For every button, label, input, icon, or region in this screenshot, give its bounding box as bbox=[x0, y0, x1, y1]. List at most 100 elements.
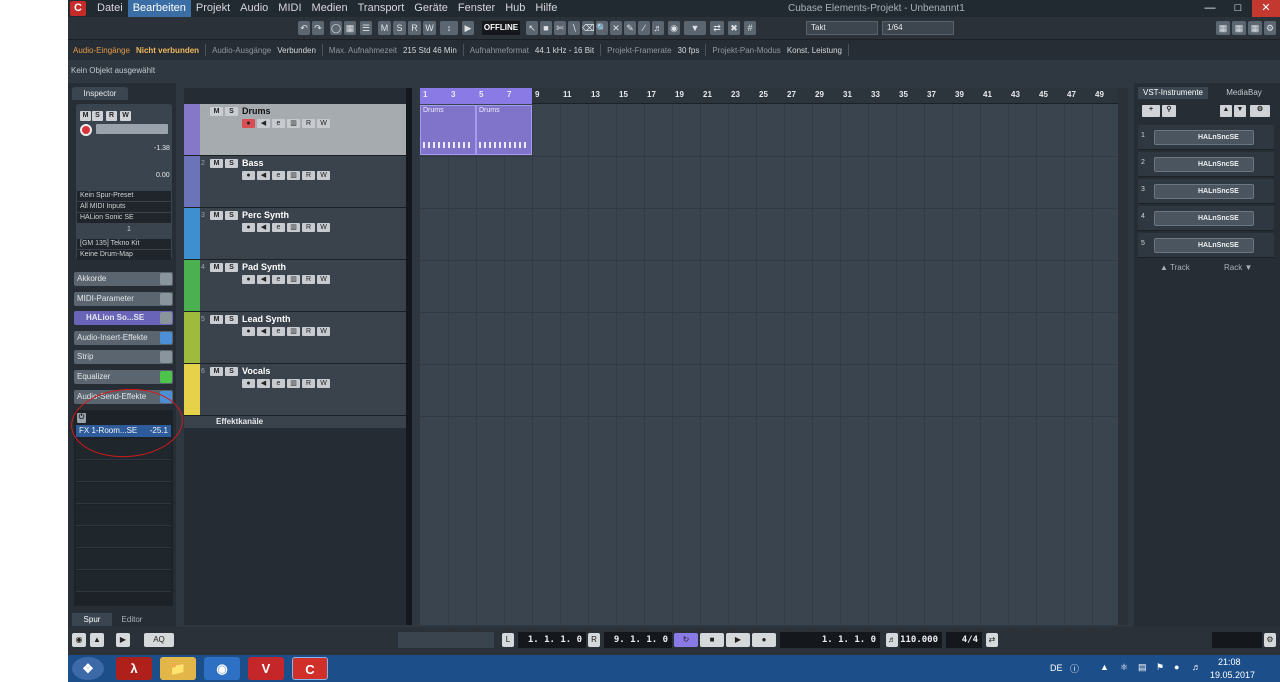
toolbar-mute-button[interactable]: M bbox=[378, 21, 391, 35]
project-window[interactable]: 1 3 5 7 9 11 13 15 17 19 21 23 25 27 29 … bbox=[420, 88, 1128, 625]
drum-icon[interactable]: ▥ bbox=[287, 119, 300, 128]
stop-icon[interactable]: ■ bbox=[700, 633, 724, 647]
section-equalizer[interactable]: Equalizer bbox=[74, 370, 173, 384]
tab-spur[interactable]: Spur bbox=[72, 613, 112, 626]
menu-midi[interactable]: MIDI bbox=[273, 0, 306, 17]
color-icon[interactable]: ◉ bbox=[668, 21, 680, 35]
tab-vst-instruments[interactable]: VST-Instrumente bbox=[1138, 87, 1208, 99]
track-vocals[interactable]: 6 M S Vocals ● ◀ e ▥ R W bbox=[184, 364, 412, 416]
record-icon[interactable]: ● bbox=[242, 171, 255, 180]
start-button-icon[interactable]: ❖ bbox=[72, 657, 104, 680]
record-enable-button[interactable] bbox=[80, 124, 92, 136]
redo-icon[interactable]: ↷ bbox=[312, 21, 324, 35]
left-locator-icon[interactable]: L bbox=[502, 633, 514, 647]
track-name[interactable]: Perc Synth bbox=[242, 210, 289, 220]
tray-status-icon[interactable]: ● bbox=[1174, 662, 1179, 672]
object-select-icon[interactable]: ↖ bbox=[526, 21, 538, 35]
track-lead-synth[interactable]: 5 M S Lead Synth ● ◀ e ▥ R W bbox=[184, 312, 412, 364]
menu-hub[interactable]: Hub bbox=[500, 0, 530, 17]
acrobat-icon[interactable]: λ bbox=[116, 657, 152, 680]
snap-type-icon[interactable]: ✖ bbox=[728, 21, 740, 35]
glue-icon[interactable]: ∖ bbox=[568, 21, 580, 35]
solo-button[interactable]: S bbox=[225, 107, 238, 116]
track-bass[interactable]: 2 M S Bass ● ◀ e ▥ R W bbox=[184, 156, 412, 208]
draw-icon[interactable]: ✎ bbox=[624, 21, 636, 35]
drum-icon[interactable]: ▥ bbox=[287, 379, 300, 388]
language-indicator[interactable]: DE bbox=[1050, 663, 1063, 673]
layout-3-icon[interactable]: ▦ bbox=[1248, 21, 1262, 35]
edit-icon[interactable]: e bbox=[272, 327, 285, 336]
rack-toggle[interactable]: Rack ▼ bbox=[1224, 263, 1252, 272]
pan-value[interactable]: 0.00 bbox=[156, 172, 170, 179]
right-locator[interactable]: 9. 1. 1. 0 bbox=[604, 632, 672, 648]
minimize-icon[interactable]: — bbox=[1196, 0, 1224, 17]
mute-tool-icon[interactable]: ✕ bbox=[610, 21, 622, 35]
menu-fenster[interactable]: Fenster bbox=[453, 0, 500, 17]
drum-map-select[interactable]: Keine Drum-Map bbox=[77, 250, 171, 260]
read-icon[interactable]: R bbox=[302, 379, 315, 388]
read-icon[interactable]: R bbox=[302, 119, 315, 128]
drum-icon[interactable]: ▥ bbox=[287, 327, 300, 336]
program-select[interactable]: [GM 135] Tekno Kit bbox=[77, 239, 171, 249]
arrange-scrollbar[interactable] bbox=[1118, 88, 1128, 625]
left-locator[interactable]: 1. 1. 1. 0 bbox=[518, 632, 586, 648]
track-pad-synth[interactable]: 4 M S Pad Synth ● ◀ e ▥ R W bbox=[184, 260, 412, 312]
chrome-icon[interactable]: ◉ bbox=[204, 657, 240, 680]
ruler[interactable]: 1 3 5 7 9 11 13 15 17 19 21 23 25 27 29 … bbox=[420, 88, 1128, 104]
section-instrument[interactable]: HALion So...SE bbox=[74, 311, 173, 325]
write-icon[interactable]: W bbox=[317, 119, 330, 128]
record-button-icon[interactable]: ● bbox=[752, 633, 776, 647]
tempo-track-icon[interactable]: ♬ bbox=[886, 633, 898, 647]
drum-icon[interactable]: ▥ bbox=[287, 171, 300, 180]
volume-icon[interactable]: ♬ bbox=[1192, 662, 1201, 672]
help-icon[interactable]: ⓘ bbox=[1070, 662, 1079, 675]
instrument-slot-5[interactable]: 5 HALnSncSE bbox=[1138, 233, 1274, 258]
window-layout-icon[interactable]: ▦ bbox=[344, 21, 356, 35]
record-icon[interactable]: ● bbox=[242, 327, 255, 336]
instrument-slot-1[interactable]: 1 HALnSncSE bbox=[1138, 125, 1274, 150]
read-icon[interactable]: R bbox=[302, 275, 315, 284]
midi-input-select[interactable]: All MIDI Inputs bbox=[77, 202, 171, 212]
mute-button[interactable]: M bbox=[210, 367, 223, 376]
menu-transport[interactable]: Transport bbox=[353, 0, 410, 17]
tab-editor[interactable]: Editor bbox=[112, 613, 152, 626]
view-icon[interactable]: ◉ bbox=[72, 633, 86, 647]
inspector-read-button[interactable]: R bbox=[106, 111, 117, 121]
network-icon[interactable]: ▤ bbox=[1138, 662, 1147, 673]
solo-button[interactable]: S bbox=[225, 159, 238, 168]
tray-flag-icon[interactable]: ⚑ bbox=[1156, 662, 1164, 673]
quantize-select[interactable]: 1/64 bbox=[882, 21, 954, 35]
edit-icon[interactable]: e bbox=[272, 171, 285, 180]
grid-type-select[interactable]: Takt bbox=[806, 21, 878, 35]
solo-button[interactable]: S bbox=[225, 367, 238, 376]
track-perc-synth[interactable]: 3 M S Perc Synth ● ◀ e ▥ R W bbox=[184, 208, 412, 260]
metronome-icon[interactable]: ▲ bbox=[90, 633, 104, 647]
inspector-mute-button[interactable]: M bbox=[80, 111, 91, 121]
section-akkorde[interactable]: Akkorde bbox=[74, 272, 173, 286]
mute-button[interactable]: M bbox=[210, 107, 223, 116]
explorer-icon[interactable]: 📁 bbox=[160, 657, 196, 680]
write-icon[interactable]: W bbox=[317, 327, 330, 336]
snap-icon[interactable]: ⇄ bbox=[710, 21, 724, 35]
layout-1-icon[interactable]: ▦ bbox=[1216, 21, 1230, 35]
settings-icon[interactable]: ⚙ bbox=[1264, 21, 1276, 35]
signature-display[interactable]: 4/4 bbox=[946, 632, 982, 648]
cycle-icon[interactable]: ↻ bbox=[674, 633, 698, 647]
record-icon[interactable]: ● bbox=[242, 379, 255, 388]
maximize-icon[interactable]: □ bbox=[1224, 0, 1252, 17]
tab-inspector[interactable]: Inspector bbox=[72, 87, 128, 100]
sync-icon[interactable]: ⇄ bbox=[986, 633, 998, 647]
edit-icon[interactable]: e bbox=[272, 275, 285, 284]
edit-icon[interactable]: e bbox=[272, 119, 285, 128]
monitor-icon[interactable]: ◀ bbox=[257, 275, 270, 284]
tab-mediabay[interactable]: MediaBay bbox=[1212, 87, 1276, 99]
record-icon[interactable]: ● bbox=[242, 223, 255, 232]
track-list-scrollbar[interactable] bbox=[406, 88, 412, 625]
write-icon[interactable]: W bbox=[317, 379, 330, 388]
media-icon[interactable]: ☰ bbox=[360, 21, 372, 35]
right-locator-icon[interactable]: R bbox=[588, 633, 600, 647]
track-drums[interactable]: 1 M S Drums ● ◀ e ▥ R W bbox=[184, 104, 412, 156]
monitor-slider[interactable] bbox=[96, 124, 168, 134]
toolbar-write-button[interactable]: W bbox=[423, 21, 436, 35]
punch-icon[interactable]: ▶ bbox=[116, 633, 130, 647]
